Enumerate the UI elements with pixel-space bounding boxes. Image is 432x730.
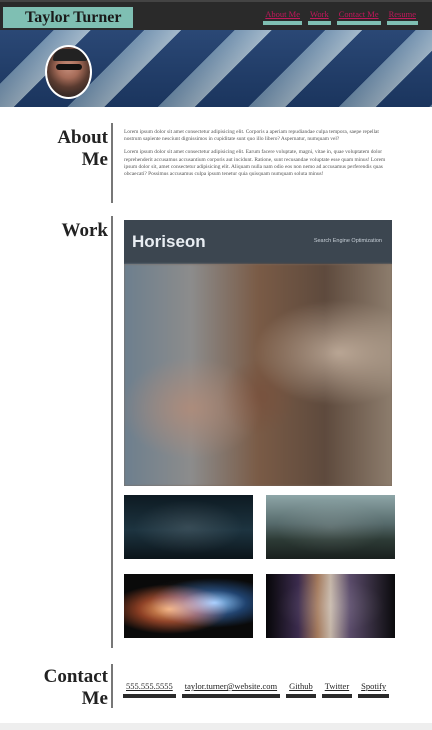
- nav-link-work[interactable]: Work: [308, 9, 331, 25]
- project-thumbnail-4[interactable]: [266, 574, 395, 638]
- featured-project-card[interactable]: Horiseon Search Engine Optimization: [124, 220, 392, 486]
- featured-project-topbar: Horiseon Search Engine Optimization: [124, 220, 392, 264]
- about-divider: [111, 123, 113, 203]
- contact-github-link[interactable]: Github: [286, 679, 316, 698]
- about-heading-line1: About: [57, 127, 108, 148]
- site-header: Taylor Turner About Me Work Contact Me R…: [0, 0, 432, 30]
- profile-avatar: [45, 45, 92, 99]
- contact-spotify-link[interactable]: Spotify: [358, 679, 390, 698]
- avatar-hat: [53, 49, 87, 61]
- project-thumbnail-1[interactable]: [124, 495, 253, 559]
- about-heading-line2: Me: [81, 149, 108, 170]
- featured-project-image: [124, 264, 392, 486]
- featured-project-logo: Horiseon: [132, 232, 206, 251]
- nav-link-contact[interactable]: Contact Me: [336, 9, 381, 25]
- site-title: Taylor Turner: [3, 7, 133, 28]
- thumbnail-1-overlay: [124, 495, 253, 559]
- contact-email-link[interactable]: taylor.turner@website.com: [181, 679, 281, 698]
- about-heading: About Me: [40, 127, 108, 171]
- nav-link-resume[interactable]: Resume: [386, 9, 418, 25]
- contact-phone-link[interactable]: 555.555.5555: [123, 679, 176, 698]
- contact-links: 555.555.5555 taylor.turner@website.com G…: [123, 679, 390, 698]
- contact-heading-line1: Contact: [43, 666, 108, 687]
- about-paragraph-2: Lorem ipsum dolor sit amet consectetur a…: [124, 149, 386, 178]
- page-footer: [0, 723, 432, 730]
- contact-divider: [111, 664, 113, 708]
- contact-heading: Contact Me: [30, 666, 108, 710]
- contact-twitter-link[interactable]: Twitter: [321, 679, 353, 698]
- nav-link-about[interactable]: About Me: [263, 9, 303, 25]
- featured-project-subtitle: Search Engine Optimization: [313, 238, 382, 244]
- contact-heading-line2: Me: [81, 688, 108, 709]
- work-divider: [111, 216, 113, 648]
- thumbnail-4-overlay: [266, 574, 395, 638]
- thumbnail-3-overlay: [124, 574, 253, 638]
- work-heading: Work: [61, 220, 108, 241]
- project-thumbnail-2[interactable]: [266, 495, 395, 559]
- about-text: Lorem ipsum dolor sit amet consectetur a…: [124, 129, 394, 184]
- thumbnail-2-overlay: [266, 495, 395, 559]
- project-thumbnail-3[interactable]: [124, 574, 253, 638]
- about-paragraph-1: Lorem ipsum dolor sit amet consectetur a…: [124, 129, 379, 143]
- main-nav: About Me Work Contact Me Resume: [263, 9, 418, 25]
- avatar-glasses: [56, 64, 82, 70]
